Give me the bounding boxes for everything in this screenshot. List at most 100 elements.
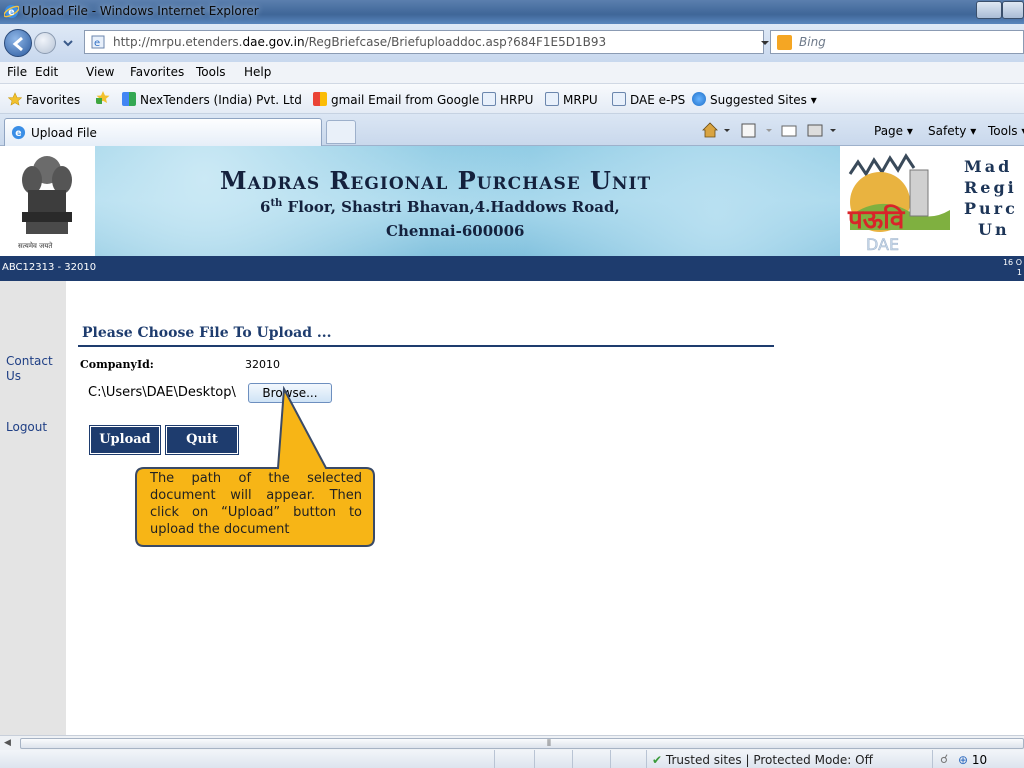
command-bar-icons xyxy=(702,122,836,138)
emblem-panel: सत्यमेव जयते xyxy=(0,146,95,256)
search-box[interactable]: Bing xyxy=(770,30,1024,54)
status-divider xyxy=(646,750,647,768)
address-bar[interactable]: e http://mrpu.etenders.dae.gov.in/RegBri… xyxy=(84,30,836,54)
heading-divider xyxy=(78,345,774,347)
date-line-2: 1 xyxy=(1016,268,1022,277)
safety-menu-button[interactable]: Safety ▾ xyxy=(928,124,976,138)
tab-label: Upload File xyxy=(31,126,97,140)
back-arrow-icon xyxy=(12,36,23,52)
left-sidebar: Contact Us Logout xyxy=(0,281,66,735)
logo-dae-text: DAE xyxy=(866,235,899,254)
menu-edit[interactable]: Edit xyxy=(35,65,58,79)
window-controls xyxy=(972,1,1024,21)
address-street: Floor, Shastri Bhavan,4.Haddows Road, xyxy=(282,198,620,216)
status-divider xyxy=(494,750,495,768)
ie-page-icon xyxy=(612,92,626,106)
status-divider xyxy=(932,750,933,768)
page-icon: e xyxy=(91,35,105,49)
address-toolbar: e http://mrpu.etenders.dae.gov.in/RegBri… xyxy=(0,24,1024,62)
dae-logo-panel: पऊवि DAE Mad Regi Purc Un xyxy=(840,146,1024,256)
favorites-button[interactable]: Favorites xyxy=(8,92,80,107)
security-zone-label: Trusted sites | Protected Mode: Off xyxy=(665,753,873,767)
tab-bar: e Upload File Page ▾ Safety ▾ Tools ▾ xyxy=(0,114,1024,146)
date-line-1: 16 O xyxy=(1002,258,1022,267)
home-dropdown-icon xyxy=(724,129,730,132)
user-id-text: ABC12313 - 32010 xyxy=(2,262,97,273)
logo-side-line: Regi xyxy=(964,178,1017,197)
contact-us-link[interactable]: Contact Us xyxy=(6,354,60,384)
maximize-button[interactable] xyxy=(1002,1,1024,19)
zoom-value: 10 xyxy=(971,753,988,767)
emblem-caption: सत्यमेव जयते xyxy=(18,242,53,250)
protected-mode-icon[interactable]: ☌ xyxy=(940,752,948,766)
url-path: /RegBriefcase/Briefuploaddoc.asp?684F1E5… xyxy=(304,35,607,49)
organisation-city: Chennai-600006 xyxy=(386,222,525,240)
favorite-label: MRPU xyxy=(563,93,598,107)
add-favorite-icon xyxy=(96,91,110,104)
upload-heading: Please Choose File To Upload ... xyxy=(82,325,332,341)
favorite-link-hrpu[interactable]: HRPU xyxy=(482,92,533,107)
ie-page-icon xyxy=(482,92,496,106)
new-tab-button[interactable] xyxy=(326,120,356,144)
callout-text: The path of the selected document will a… xyxy=(150,471,362,537)
scroll-left-icon[interactable]: ◀ xyxy=(4,738,11,748)
tools-menu-button[interactable]: Tools ▾ xyxy=(988,124,1024,138)
home-icon xyxy=(702,122,718,138)
favorite-link-mrpu[interactable]: MRPU xyxy=(545,92,598,107)
favorites-label: Favorites xyxy=(26,93,81,107)
scrollbar-thumb[interactable]: ⦀ xyxy=(20,738,1024,749)
window-title-bar: e Upload File - Windows Internet Explore… xyxy=(0,0,1024,24)
forward-button[interactable] xyxy=(34,32,56,54)
internet-explorer-icon: e xyxy=(4,4,19,19)
horizontal-scrollbar[interactable]: ◀ ⦀ xyxy=(0,735,1024,750)
company-id-value: 32010 xyxy=(245,358,280,371)
menu-bar: File Edit View Favorites Tools Help xyxy=(0,62,1024,84)
menu-file[interactable]: File xyxy=(7,65,27,79)
svg-text:e: e xyxy=(15,128,21,139)
tab-upload-file[interactable]: e Upload File xyxy=(4,118,322,146)
logo-hindi-text: पऊवि xyxy=(847,204,906,235)
add-to-favorites-button[interactable] xyxy=(96,90,114,105)
favorite-link-suggested-sites[interactable]: Suggested Sites ▾ xyxy=(692,92,817,107)
status-divider xyxy=(534,750,535,768)
logo-side-line: Mad xyxy=(964,157,1013,176)
zoom-level[interactable]: ⊕ 10 xyxy=(958,753,987,767)
logo-side-line: Purc xyxy=(964,199,1018,218)
window-title: Upload File - Windows Internet Explorer xyxy=(22,4,259,18)
star-icon xyxy=(8,92,22,106)
back-button[interactable] xyxy=(4,29,32,57)
status-divider xyxy=(610,750,611,768)
logo-side-text: Mad Regi Purc Un xyxy=(964,156,1018,240)
address-floor: 6 xyxy=(260,198,271,216)
menu-help[interactable]: Help xyxy=(244,65,271,79)
recent-pages-dropdown-icon[interactable] xyxy=(62,38,74,48)
url-domain: dae.gov.in xyxy=(242,35,305,49)
minimize-button[interactable] xyxy=(976,1,1002,19)
google-icon xyxy=(313,92,327,106)
checkmark-icon: ✔ xyxy=(652,753,666,767)
favorite-link-dae-eps[interactable]: DAE e-PS xyxy=(612,92,685,107)
security-zone[interactable]: ✔ Trusted sites | Protected Mode: Off xyxy=(652,753,873,767)
favorite-label: gmail Email from Google xyxy=(331,93,480,107)
page-menu-button[interactable]: Page ▾ xyxy=(874,124,913,138)
feeds-dropdown-icon xyxy=(766,129,772,132)
favorite-label: NexTenders (India) Pvt. Ltd xyxy=(140,93,302,107)
internet-explorer-icon: e xyxy=(11,125,26,140)
menu-tools[interactable]: Tools xyxy=(196,65,226,79)
address-floor-suffix: th xyxy=(270,198,283,209)
svg-text:e: e xyxy=(8,7,14,18)
suggested-sites-icon xyxy=(692,92,706,106)
print-icon xyxy=(807,124,823,137)
dae-logo-icon: पऊवि DAE xyxy=(847,153,950,254)
favorites-bar: Favorites NexTenders (India) Pvt. Ltd gm… xyxy=(0,84,1024,114)
favorite-link-nextenders[interactable]: NexTenders (India) Pvt. Ltd xyxy=(122,92,302,107)
logout-link[interactable]: Logout xyxy=(6,420,47,435)
favorite-label: DAE e-PS xyxy=(630,93,686,107)
status-divider xyxy=(572,750,573,768)
menu-favorites[interactable]: Favorites xyxy=(130,65,184,79)
status-bar: ✔ Trusted sites | Protected Mode: Off ☌ … xyxy=(0,750,1024,768)
menu-view[interactable]: View xyxy=(86,65,114,79)
favorite-link-gmail[interactable]: gmail Email from Google xyxy=(313,92,479,107)
feeds-icon xyxy=(741,123,756,138)
search-placeholder: Bing xyxy=(799,35,826,49)
